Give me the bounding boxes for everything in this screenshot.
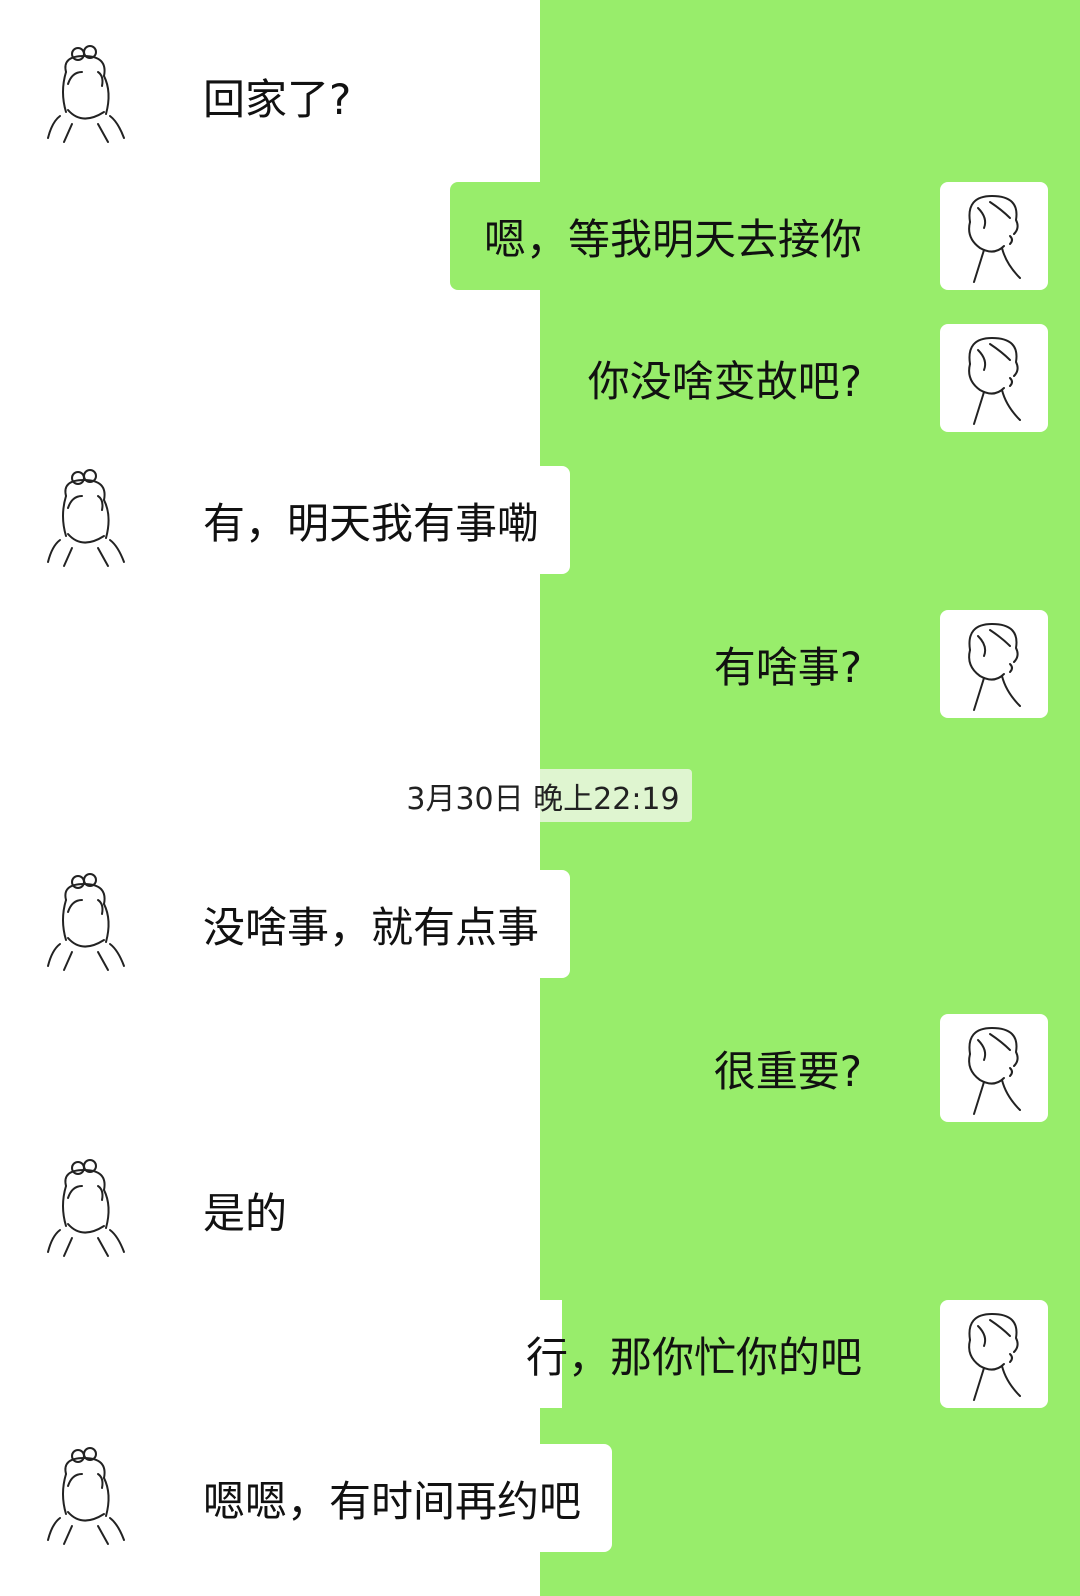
message-row-incoming: 有，明天我有事嘞 bbox=[0, 466, 1080, 574]
self-avatar-icon[interactable] bbox=[940, 182, 1048, 290]
message-row-incoming: 嗯嗯，有时间再约吧 bbox=[0, 1444, 1080, 1552]
message-text: 是的 bbox=[203, 1188, 288, 1238]
message-row-incoming: 回家了? bbox=[0, 42, 1080, 150]
message-bubble-incoming[interactable]: 有，明天我有事嘞 bbox=[172, 466, 571, 574]
message-bubble-outgoing[interactable]: 行，那你忙你的吧 bbox=[491, 1300, 892, 1408]
message-text: 你没啥变故吧? bbox=[587, 356, 862, 406]
message-bubble-incoming[interactable]: 是的 bbox=[172, 1156, 318, 1264]
message-row-outgoing: 有啥事? bbox=[0, 610, 1080, 718]
message-bubble-incoming[interactable]: 没啥事，就有点事 bbox=[172, 870, 571, 978]
message-text: 有，明天我有事嘞 bbox=[203, 498, 540, 548]
timestamp-divider: 3月30日 晚上22:19 bbox=[394, 769, 692, 822]
contact-avatar-icon[interactable] bbox=[38, 1444, 146, 1552]
message-text: 嗯，等我明天去接你 bbox=[483, 214, 862, 264]
contact-avatar-icon[interactable] bbox=[38, 466, 146, 574]
message-text: 有啥事? bbox=[713, 642, 862, 692]
message-bubble-outgoing[interactable]: 很重要? bbox=[680, 1014, 892, 1122]
message-row-outgoing: 行，那你忙你的吧 bbox=[0, 1300, 1080, 1408]
message-bubble-incoming[interactable]: 嗯嗯，有时间再约吧 bbox=[172, 1444, 613, 1552]
message-text: 没啥事，就有点事 bbox=[203, 902, 540, 952]
message-row-outgoing: 嗯，等我明天去接你 bbox=[0, 182, 1080, 290]
message-bubble-incoming[interactable]: 回家了? bbox=[172, 42, 382, 150]
message-bubble-outgoing[interactable]: 有啥事? bbox=[680, 610, 892, 718]
message-row-outgoing: 很重要? bbox=[0, 1014, 1080, 1122]
self-avatar-icon[interactable] bbox=[940, 610, 1048, 718]
message-text: 很重要? bbox=[713, 1046, 862, 1096]
message-text: 回家了? bbox=[203, 74, 352, 124]
contact-avatar-icon[interactable] bbox=[38, 1156, 146, 1264]
message-text: 嗯嗯，有时间再约吧 bbox=[203, 1476, 582, 1526]
message-row-outgoing: 你没啥变故吧? bbox=[0, 324, 1080, 432]
self-avatar-icon[interactable] bbox=[940, 1300, 1048, 1408]
contact-avatar-icon[interactable] bbox=[38, 870, 146, 978]
message-row-incoming: 没啥事，就有点事 bbox=[0, 870, 1080, 978]
message-bubble-outgoing[interactable]: 你没啥变故吧? bbox=[554, 324, 892, 432]
contact-avatar-icon[interactable] bbox=[38, 42, 146, 150]
message-row-incoming: 是的 bbox=[0, 1156, 1080, 1264]
timestamp-text: 3月30日 晚上22:19 bbox=[406, 781, 680, 817]
self-avatar-icon[interactable] bbox=[940, 1014, 1048, 1122]
message-text: 行，那你忙你的吧 bbox=[525, 1332, 862, 1382]
message-bubble-outgoing[interactable]: 嗯，等我明天去接你 bbox=[449, 182, 892, 290]
self-avatar-icon[interactable] bbox=[940, 324, 1048, 432]
